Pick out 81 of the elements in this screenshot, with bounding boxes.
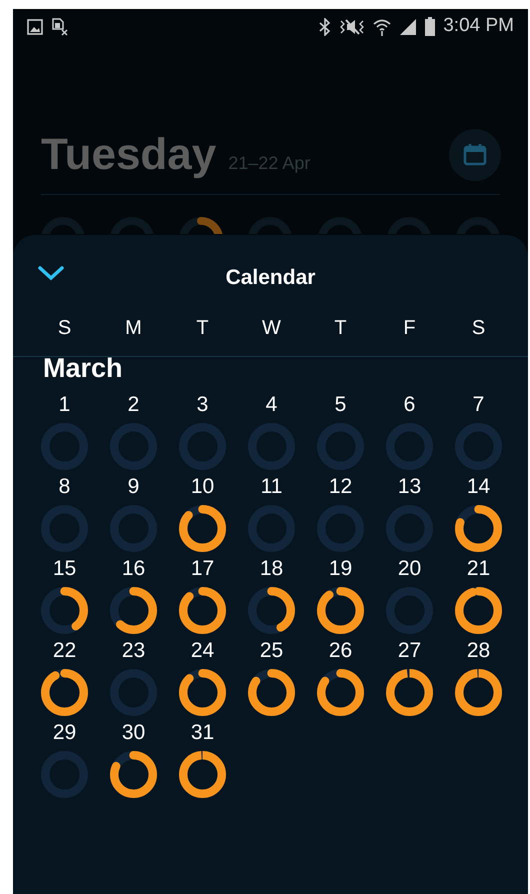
progress-ring	[455, 422, 502, 470]
progress-ring	[41, 668, 88, 716]
day-number: 15	[52, 558, 76, 578]
day-number: 3	[196, 394, 208, 414]
day-number: 16	[122, 558, 146, 578]
mute-icon	[339, 18, 366, 36]
sim-card-icon	[51, 18, 68, 36]
month-title: March	[43, 352, 123, 382]
progress-ring	[248, 422, 295, 470]
progress-ring	[386, 504, 433, 552]
wifi-icon	[373, 18, 392, 36]
progress-ring	[110, 422, 157, 470]
progress-ring	[41, 586, 88, 634]
day-number: 20	[398, 558, 422, 578]
weekday-label: W	[261, 316, 282, 340]
day-number: 22	[52, 640, 76, 660]
progress-ring	[179, 668, 226, 716]
calendar-icon	[463, 143, 487, 167]
progress-ring	[386, 668, 433, 716]
day-number: 21	[466, 558, 490, 578]
progress-ring	[317, 422, 364, 470]
bluetooth-icon	[319, 18, 332, 36]
progress-ring	[110, 504, 157, 552]
sheet-title: Calendar	[226, 266, 316, 289]
progress-ring	[248, 668, 295, 716]
progress-ring	[179, 422, 226, 470]
progress-ring	[110, 750, 157, 798]
progress-ring	[41, 422, 88, 470]
day-number: 13	[398, 476, 422, 496]
day-number: 18	[260, 558, 284, 578]
weekday-label: T	[333, 316, 348, 340]
day-number: 2	[128, 394, 140, 414]
day-number: 17	[190, 558, 214, 578]
progress-ring	[317, 668, 364, 716]
progress-ring	[386, 586, 433, 634]
progress-ring	[110, 668, 157, 716]
progress-ring	[248, 586, 295, 634]
weekday-label: M	[124, 316, 143, 340]
progress-ring	[179, 504, 226, 552]
progress-ring	[179, 586, 226, 634]
progress-ring	[179, 750, 226, 798]
day-number: 4	[266, 394, 278, 414]
weekday-label: F	[402, 316, 417, 340]
day-number: 9	[128, 476, 140, 496]
progress-ring	[455, 504, 502, 552]
progress-ring	[386, 422, 433, 470]
status-time: 3:04 PM	[443, 14, 514, 38]
day-number: 25	[260, 640, 284, 660]
progress-ring	[455, 668, 502, 716]
day-number: 27	[398, 640, 422, 660]
day-number: 7	[472, 394, 484, 414]
day-number: 19	[328, 558, 352, 578]
day-number: 10	[190, 476, 214, 496]
progress-ring	[317, 586, 364, 634]
day-number: 5	[334, 394, 346, 414]
progress-ring	[41, 750, 88, 798]
weekday-label: S	[470, 316, 486, 340]
day-number: 26	[328, 640, 352, 660]
day-number: 30	[122, 722, 146, 742]
day-number: 1	[58, 394, 70, 414]
progress-ring	[317, 504, 364, 552]
day-number: 12	[328, 476, 352, 496]
day-number: 24	[190, 640, 214, 660]
day-number: 31	[190, 722, 214, 742]
day-number: 11	[260, 476, 282, 496]
progress-ring	[110, 586, 157, 634]
day-number: 29	[52, 722, 76, 742]
day-number: 23	[122, 640, 146, 660]
day-title: Tuesday	[41, 133, 216, 177]
weekday-label: S	[56, 316, 72, 340]
signal-icon	[399, 18, 418, 36]
day-number: 28	[466, 640, 490, 660]
weekday-label: T	[195, 316, 210, 340]
day-number: 8	[58, 476, 70, 496]
progress-ring	[455, 586, 502, 634]
progress-ring	[248, 504, 295, 552]
progress-ring	[41, 504, 88, 552]
day-number: 14	[466, 476, 490, 496]
battery-icon	[425, 17, 436, 36]
day-number: 6	[404, 394, 416, 414]
image-icon	[27, 18, 43, 34]
